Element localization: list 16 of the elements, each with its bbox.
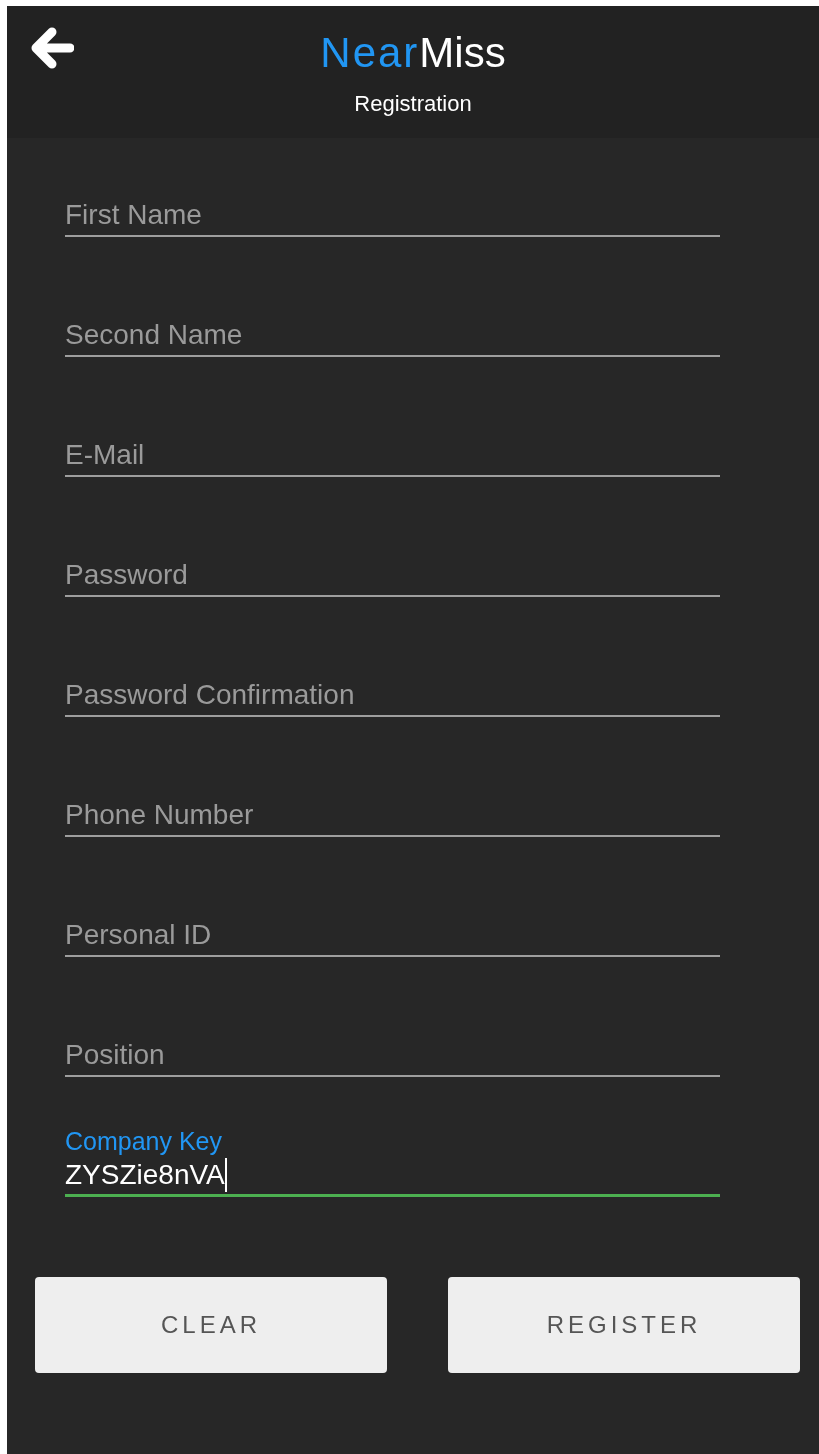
input-field[interactable]: E-Mail [65,435,720,477]
clear-button[interactable]: CLEAR [35,1277,387,1373]
input-field[interactable]: Phone Number [65,795,720,837]
input-field[interactable]: Password [65,555,720,597]
input-field[interactable]: Password Confirmation [65,675,720,717]
input-field[interactable]: Second Name [65,315,720,357]
company-key-field[interactable]: ZYSZie8nVA [65,1155,720,1197]
input-field[interactable]: Personal ID [65,915,720,957]
back-arrow-icon[interactable] [30,26,74,70]
input-field[interactable]: Position [65,1035,720,1077]
register-button[interactable]: REGISTER [448,1277,800,1373]
screen-subtitle: Registration [354,90,472,118]
field-label: Company Key [65,1127,224,1155]
text-cursor [224,1157,227,1192]
input-field[interactable]: First Name [65,195,720,237]
app-logo: NearMiss [320,28,506,78]
